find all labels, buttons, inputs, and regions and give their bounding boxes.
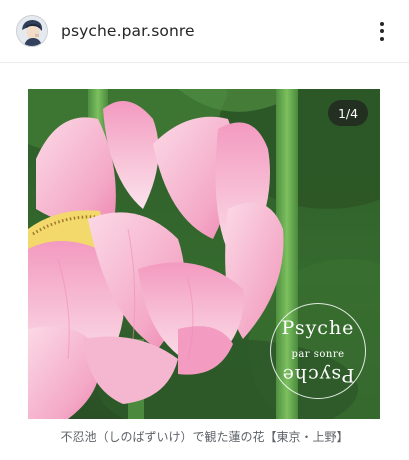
watermark-top: Psyche <box>281 317 355 339</box>
photo-caption: 不忍池（しのばずいけ）で観た蓮の花【東京・上野】 <box>60 430 349 444</box>
post-header: psyche.par.sonre <box>0 0 409 62</box>
avatar-portrait <box>17 16 47 46</box>
header-divider <box>0 62 409 63</box>
watermark-bottom: Psyche <box>281 364 355 386</box>
more-vertical-icon-dot <box>380 36 384 41</box>
watermark-middle: par sonre <box>291 349 345 360</box>
more-vertical-icon-dot <box>380 29 384 33</box>
post-view: psyche.par.sonre 1/4 Psyche par sonre Ps… <box>0 0 409 460</box>
avatar[interactable] <box>16 15 48 47</box>
username[interactable]: psyche.par.sonre <box>61 22 195 40</box>
image-counter: 1/4 <box>328 100 368 126</box>
watermark-logo: Psyche par sonre Psyche <box>270 303 366 399</box>
more-options-button[interactable] <box>369 17 395 45</box>
post-photo[interactable]: 1/4 Psyche par sonre Psyche <box>28 89 380 419</box>
more-vertical-icon <box>380 21 384 26</box>
